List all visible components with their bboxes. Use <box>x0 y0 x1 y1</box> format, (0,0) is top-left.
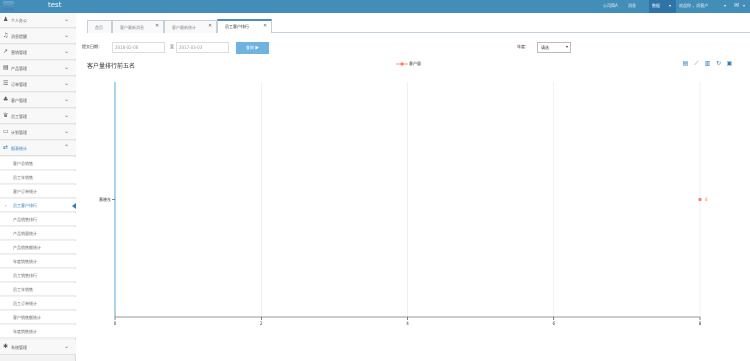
x-tick-label: 2 <box>260 321 263 326</box>
data-point <box>698 197 702 202</box>
x-tick-label: 8 <box>699 321 702 326</box>
x-tick-label: 4 <box>406 321 409 326</box>
x-tick-label: 0 <box>114 321 117 326</box>
scatter-chart: 0 2 4 6 8 黄晓东 8 <box>99 82 708 326</box>
chart-grid <box>260 82 701 317</box>
chart-ticks: 0 2 4 6 8 黄晓东 <box>99 196 702 326</box>
data-label: 8 <box>705 197 708 202</box>
x-tick-label: 6 <box>552 321 555 326</box>
y-tick-label: 黄晓东 <box>99 196 111 202</box>
